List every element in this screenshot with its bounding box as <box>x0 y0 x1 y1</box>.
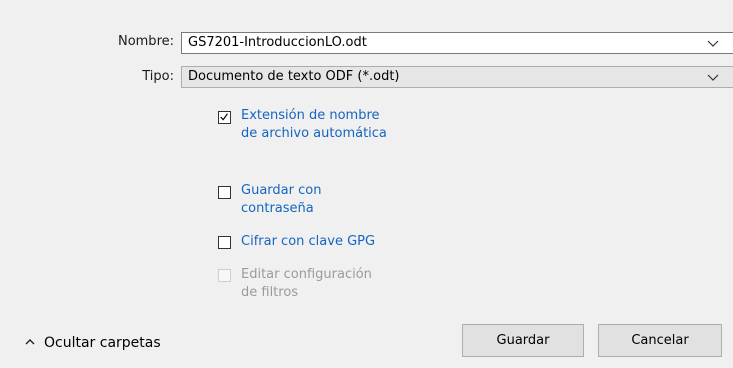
auto-extension-label-line1[interactable]: Extensión de nombre <box>241 107 387 125</box>
name-label: Nombre: <box>117 34 174 49</box>
save-button[interactable]: Guardar <box>462 324 584 357</box>
edit-filter-settings-label-line1: Editar configuración <box>241 267 372 282</box>
type-label: Tipo: <box>142 69 174 84</box>
checkmark-icon <box>220 113 228 121</box>
auto-extension-checkbox[interactable] <box>218 111 231 124</box>
file-type-value[interactable]: Documento de texto ODF (*.odt) <box>188 69 400 84</box>
encrypt-gpg-checkbox[interactable] <box>218 236 231 249</box>
file-name-value[interactable]: GS7201-IntroduccionLO.odt <box>188 35 367 50</box>
encrypt-gpg-label[interactable]: Cifrar con clave GPG <box>241 233 375 251</box>
file-type-combobox[interactable]: Documento de texto ODF (*.odt) <box>181 66 733 88</box>
auto-extension-label-line2[interactable]: de archivo automática <box>241 125 387 143</box>
save-with-password-label-line1[interactable]: Guardar con <box>241 182 321 200</box>
auto-extension-label[interactable]: Extensión de nombre de archivo automátic… <box>241 107 387 143</box>
save-with-password-checkbox[interactable] <box>218 186 231 199</box>
edit-filter-settings-label: Editar configuración de filtros <box>241 266 372 302</box>
file-name-combobox[interactable]: GS7201-IntroduccionLO.odt <box>181 32 733 54</box>
chevron-up-icon[interactable] <box>24 336 36 348</box>
save-with-password-label-line2[interactable]: contraseña <box>241 200 321 218</box>
chevron-down-icon[interactable] <box>707 71 719 83</box>
cancel-button[interactable]: Cancelar <box>598 324 722 357</box>
encrypt-gpg-label-line1[interactable]: Cifrar con clave GPG <box>241 233 375 251</box>
edit-filter-settings-checkbox <box>218 269 231 282</box>
save-with-password-label[interactable]: Guardar con contraseña <box>241 182 321 218</box>
chevron-down-icon[interactable] <box>707 37 719 49</box>
edit-filter-settings-label-line2: de filtros <box>241 285 299 300</box>
hide-folders-label[interactable]: Ocultar carpetas <box>44 335 161 351</box>
hide-folders-toggle[interactable]: Ocultar carpetas <box>24 332 161 354</box>
